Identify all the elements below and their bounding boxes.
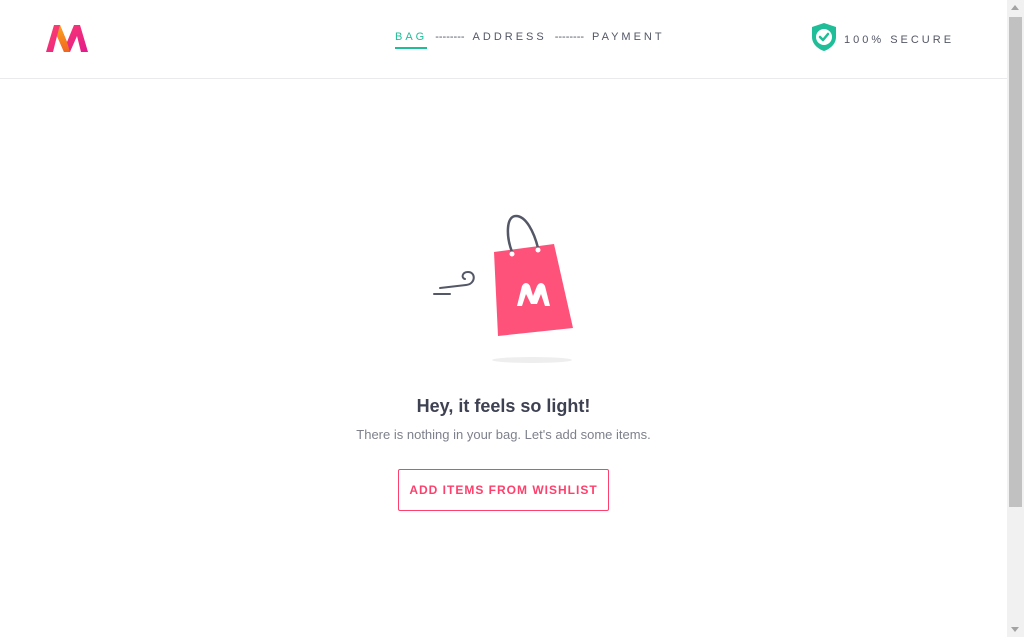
- scroll-up-arrow-icon[interactable]: [1011, 5, 1019, 10]
- empty-bag-subtitle: There is nothing in your bag. Let's add …: [356, 427, 651, 442]
- empty-bag-title: Hey, it feels so light!: [416, 396, 591, 416]
- empty-bag-illustration: [426, 210, 586, 370]
- step-divider: --------: [435, 31, 465, 43]
- step-payment[interactable]: PAYMENT: [592, 31, 665, 47]
- checkout-header: BAG -------- ADDRESS -------- PAYMENT 10…: [0, 0, 1007, 79]
- scroll-down-arrow-icon[interactable]: [1011, 627, 1019, 632]
- shield-check-icon: [810, 22, 838, 57]
- step-address[interactable]: ADDRESS: [473, 31, 547, 47]
- checkout-steps: BAG -------- ADDRESS -------- PAYMENT: [395, 31, 665, 53]
- scrollbar-thumb[interactable]: [1009, 17, 1022, 507]
- secure-badge: 100% SECURE: [810, 22, 954, 57]
- secure-label: 100% SECURE: [844, 33, 955, 46]
- add-items-from-wishlist-button[interactable]: ADD ITEMS FROM WISHLIST: [398, 469, 609, 511]
- page-scrollbar[interactable]: [1007, 0, 1024, 637]
- myntra-logo[interactable]: [44, 22, 90, 54]
- step-divider: --------: [554, 31, 585, 43]
- step-bag[interactable]: BAG: [395, 31, 428, 49]
- shopping-bag-icon: [433, 214, 573, 363]
